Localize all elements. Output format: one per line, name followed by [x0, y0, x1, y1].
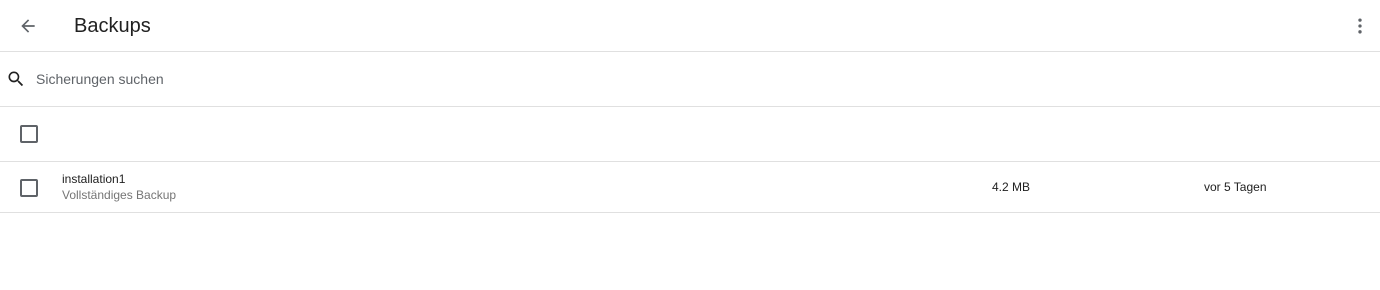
overflow-menu-button[interactable] [1348, 6, 1372, 46]
backup-type: Vollständiges Backup [62, 188, 177, 202]
select-all-checkbox[interactable] [20, 125, 38, 143]
table-row[interactable]: installation1 Vollständiges Backup 4.2 M… [0, 162, 1380, 213]
table-header [0, 107, 1380, 162]
row-checkbox[interactable] [20, 179, 38, 197]
backup-size: 4.2 MB [992, 180, 1031, 194]
backups-page: Backups installation1 Vollständiges Back… [0, 0, 1380, 290]
search-icon [8, 71, 24, 87]
arrow-left-icon [21, 19, 35, 33]
search-bar [0, 52, 1380, 107]
backup-name: installation1 [62, 172, 126, 186]
search-input[interactable] [36, 66, 636, 92]
page-title: Backups [74, 15, 151, 37]
backup-date: vor 5 Tagen [1204, 180, 1267, 194]
more-vertical-icon [1358, 18, 1362, 34]
back-button[interactable] [8, 6, 48, 46]
toolbar: Backups [0, 0, 1380, 52]
